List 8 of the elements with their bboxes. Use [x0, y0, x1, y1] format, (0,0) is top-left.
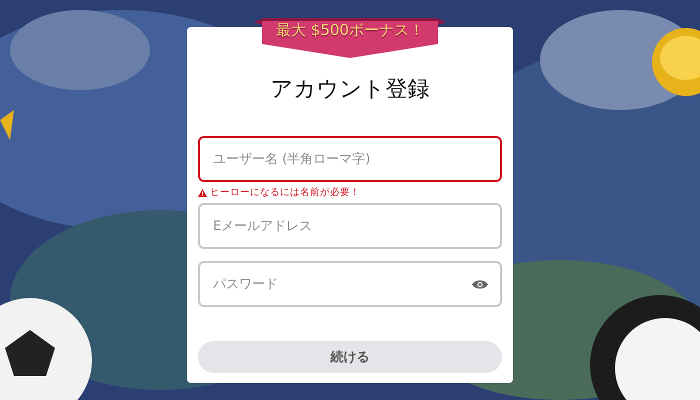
- username-field[interactable]: ユーザー名 (半角ローマ字): [198, 136, 502, 182]
- error-message: ヒーローになるには名前が必要！: [210, 186, 360, 199]
- form-title: アカウント登録: [270, 76, 430, 104]
- warning-icon: [198, 188, 207, 196]
- bonus-banner-text: 最大 $500ボーナス！: [275, 21, 425, 40]
- email-field[interactable]: Eメールアドレス: [198, 203, 502, 249]
- eye-icon[interactable]: [472, 279, 488, 290]
- password-field[interactable]: パスワード: [198, 261, 502, 307]
